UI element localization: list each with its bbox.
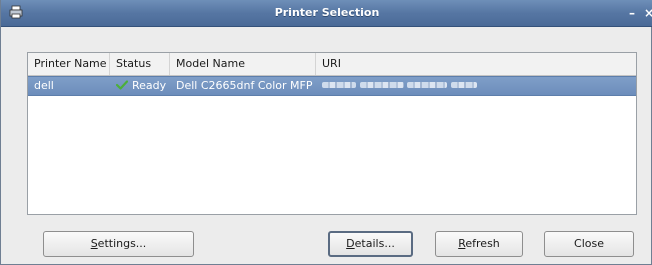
blurred-uri xyxy=(359,82,404,88)
blurred-uri xyxy=(322,82,356,88)
refresh-label: efresh xyxy=(465,237,500,250)
settings-mnemonic: S xyxy=(90,237,98,250)
settings-button[interactable]: Settings... xyxy=(43,231,194,257)
close-window-button[interactable]: × xyxy=(644,6,652,20)
table-header: Printer Name Status Model Name URI xyxy=(28,53,636,76)
check-icon xyxy=(116,80,128,90)
table-row[interactable]: dell Ready Dell C2665dnf Color MFP xyxy=(28,76,636,96)
details-button[interactable]: Details... xyxy=(328,231,413,257)
refresh-button[interactable]: Refresh xyxy=(435,231,523,257)
details-mnemonic: D xyxy=(346,237,355,250)
title-bar[interactable]: Printer Selection – × xyxy=(1,0,652,27)
settings-label: ettings... xyxy=(97,237,147,250)
window-title: Printer Selection xyxy=(274,6,380,19)
blurred-uri xyxy=(450,82,477,88)
printer-list[interactable]: Printer Name Status Model Name URI dell … xyxy=(27,52,637,215)
column-header-status[interactable]: Status xyxy=(110,53,170,75)
close-button[interactable]: Close xyxy=(544,231,634,257)
column-header-printer-name[interactable]: Printer Name xyxy=(28,53,110,75)
printer-selection-dialog: Printer Selection – × Printer Name Statu… xyxy=(0,0,652,265)
details-label: etails... xyxy=(354,237,395,250)
status-text: Ready xyxy=(132,79,167,92)
model-name-cell: Dell C2665dnf Color MFP xyxy=(176,79,313,92)
uri-cell xyxy=(322,77,477,95)
minimize-button[interactable]: – xyxy=(629,6,635,20)
printer-name-cell: dell xyxy=(34,79,54,92)
blurred-uri xyxy=(407,82,447,88)
column-header-model-name[interactable]: Model Name xyxy=(170,53,316,75)
status-cell: Ready xyxy=(116,77,166,95)
column-header-uri[interactable]: URI xyxy=(316,53,636,75)
